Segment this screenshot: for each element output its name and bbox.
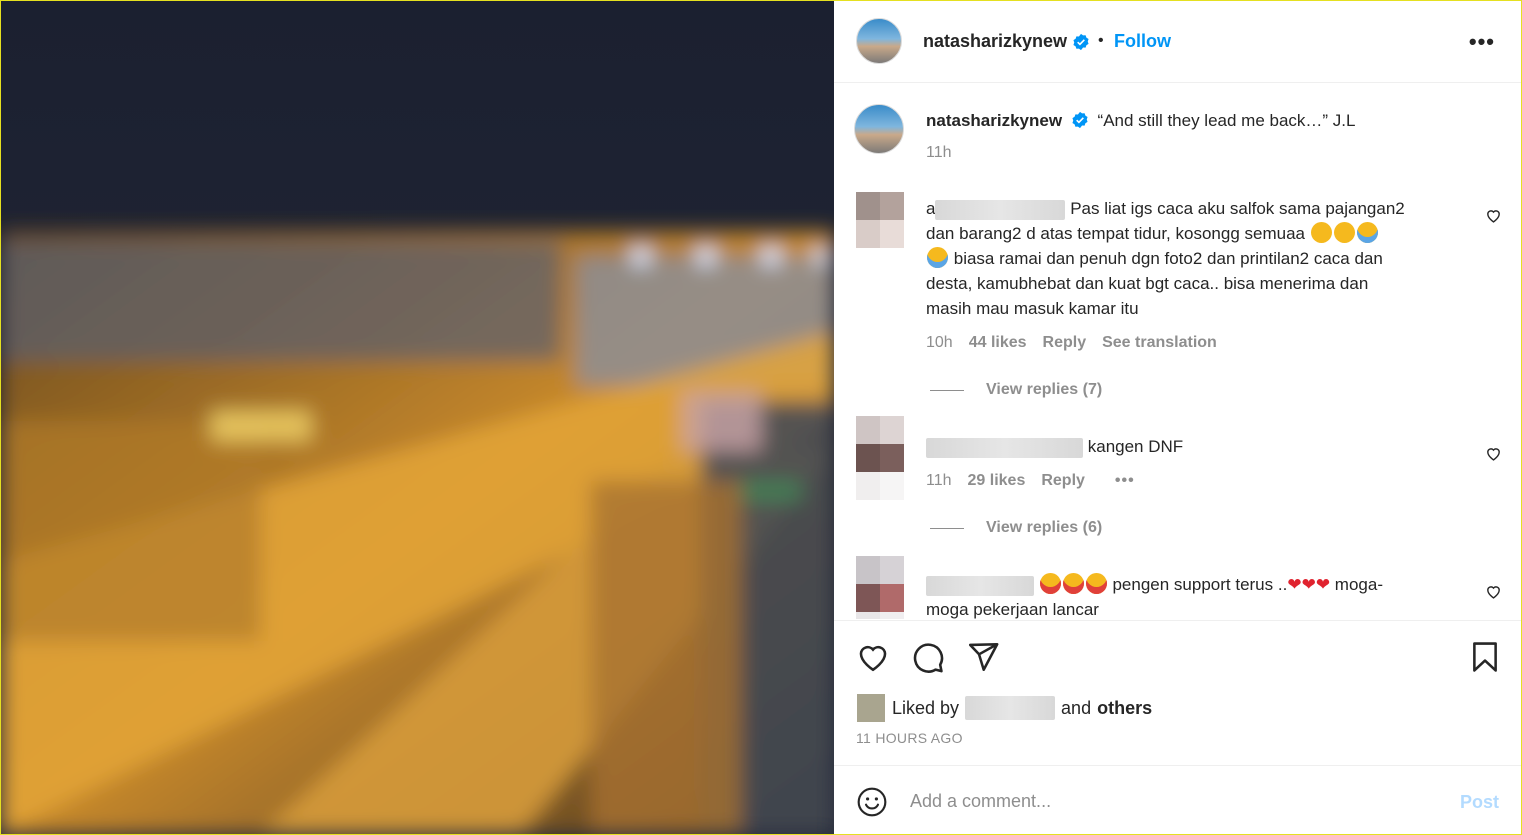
reply-button[interactable]: Reply bbox=[1041, 472, 1085, 490]
comments-list[interactable]: natasharizkynew “And still they lead me … bbox=[834, 84, 1521, 619]
red-heart-icon: ❤ bbox=[1287, 575, 1302, 594]
red-heart-icon: ❤ bbox=[1301, 575, 1316, 594]
crying-face-icon bbox=[927, 247, 948, 268]
post-detail-panel: natasharizkynew • Follow ••• natasharizk… bbox=[834, 1, 1521, 834]
sad-face-icon bbox=[1333, 222, 1355, 243]
post-photo bbox=[1, 1, 834, 834]
comment-text-line: dan barang2 d atas tempat tidur, kosongg… bbox=[926, 224, 1305, 243]
comment-2: kangen DNF bbox=[926, 434, 1183, 459]
comment-like-heart-icon[interactable] bbox=[1485, 445, 1502, 462]
comment-text: pengen support terus .. bbox=[1112, 575, 1288, 594]
and-label: and bbox=[1061, 697, 1092, 718]
commenter-avatar[interactable] bbox=[856, 416, 904, 500]
others-link[interactable]: others bbox=[1097, 698, 1152, 719]
red-heart-icon: ❤ bbox=[1315, 575, 1331, 594]
heart-icon[interactable] bbox=[856, 640, 890, 674]
comment-text-line: desta, kamubhebat dan kuat bgt caca.. bi… bbox=[926, 274, 1369, 293]
more-horizontal-icon[interactable]: ••• bbox=[1469, 29, 1495, 55]
comment-time: 10h bbox=[926, 334, 953, 351]
verified-badge-icon bbox=[1073, 33, 1089, 51]
caption-author-avatar[interactable] bbox=[854, 104, 904, 154]
comment-text-line: Pas liat igs caca aku salfok sama pajang… bbox=[1070, 199, 1405, 218]
replies-line bbox=[930, 389, 964, 391]
star-struck-face-icon bbox=[1062, 573, 1084, 594]
post-actions: Liked by and others 11 HOURS AGO bbox=[834, 620, 1521, 765]
caption-time: 11h bbox=[926, 144, 952, 161]
view-replies-button[interactable]: View replies (7) bbox=[930, 381, 1102, 399]
comment-likes[interactable]: 29 likes bbox=[968, 472, 1026, 490]
blurred-username bbox=[926, 437, 1083, 458]
comment-more-icon[interactable]: ••• bbox=[1115, 472, 1135, 490]
comment-text-line: masih mau masuk kamar itu bbox=[926, 299, 1139, 318]
caption-text: “And still they lead me back…” J.L bbox=[1097, 111, 1356, 130]
liked-by-summary: Liked by and others bbox=[856, 693, 1152, 723]
comment-1: a Pas liat igs caca aku salfok sama paja… bbox=[926, 196, 1466, 321]
blurred-username[interactable] bbox=[965, 696, 1056, 720]
post-header: natasharizkynew • Follow ••• bbox=[834, 1, 1521, 83]
verified-badge-icon bbox=[1072, 111, 1088, 129]
view-replies-button[interactable]: View replies (6) bbox=[930, 519, 1102, 537]
bookmark-icon[interactable] bbox=[1468, 640, 1502, 674]
comment-text: kangen DNF bbox=[1087, 437, 1184, 456]
comment-time: 11h bbox=[926, 472, 952, 489]
author-avatar[interactable] bbox=[856, 18, 902, 64]
blurred-username bbox=[935, 199, 1066, 220]
comment-likes[interactable]: 44 likes bbox=[969, 334, 1027, 352]
liker-avatar[interactable] bbox=[856, 693, 886, 723]
emoji-icon[interactable] bbox=[856, 786, 888, 818]
view-replies-label: View replies (6) bbox=[986, 519, 1103, 536]
commenter-avatar[interactable] bbox=[856, 192, 904, 248]
share-icon[interactable] bbox=[966, 640, 1000, 674]
comment-input[interactable] bbox=[910, 788, 1410, 814]
reply-button[interactable]: Reply bbox=[1043, 334, 1087, 352]
commenter-avatar[interactable] bbox=[856, 556, 904, 619]
comment-icon[interactable] bbox=[911, 640, 945, 674]
comment-2-meta: 11h 29 likes Reply ••• bbox=[926, 472, 1135, 490]
liked-by-label: Liked by bbox=[892, 697, 960, 718]
author-username[interactable]: natasharizkynew bbox=[923, 31, 1067, 52]
post-comment-button[interactable]: Post bbox=[1460, 792, 1499, 813]
caption-username[interactable]: natasharizkynew bbox=[926, 111, 1062, 130]
comment-like-heart-icon[interactable] bbox=[1485, 583, 1502, 600]
post-time-ago: 11 HOURS AGO bbox=[856, 730, 963, 746]
comment-like-heart-icon[interactable] bbox=[1485, 207, 1502, 224]
star-struck-face-icon bbox=[1039, 573, 1061, 594]
sad-face-icon bbox=[1310, 222, 1332, 243]
comment-text-line: biasa ramai dan penuh dgn foto2 dan prin… bbox=[953, 249, 1383, 268]
comment-text: moga- bbox=[1334, 575, 1383, 594]
comment-3: pengen support terus ..❤❤❤ moga- moga pe… bbox=[926, 572, 1471, 619]
commenter-name[interactable]: a bbox=[926, 199, 935, 218]
caption: natasharizkynew “And still they lead me … bbox=[926, 108, 1355, 133]
crying-face-icon bbox=[1356, 222, 1378, 243]
view-replies-label: View replies (7) bbox=[986, 381, 1103, 398]
follow-button[interactable]: Follow bbox=[1114, 31, 1171, 52]
header-separator: • bbox=[1098, 32, 1104, 49]
comment-text-line: moga pekerjaan lancar bbox=[926, 600, 1099, 619]
see-translation-button[interactable]: See translation bbox=[1102, 334, 1217, 352]
add-comment-bar: Post bbox=[834, 765, 1521, 834]
replies-line bbox=[930, 527, 964, 529]
blurred-username bbox=[926, 575, 1034, 596]
comment-1-meta: 10h 44 likes Reply See translation bbox=[926, 334, 1217, 352]
star-struck-face-icon bbox=[1085, 573, 1107, 594]
